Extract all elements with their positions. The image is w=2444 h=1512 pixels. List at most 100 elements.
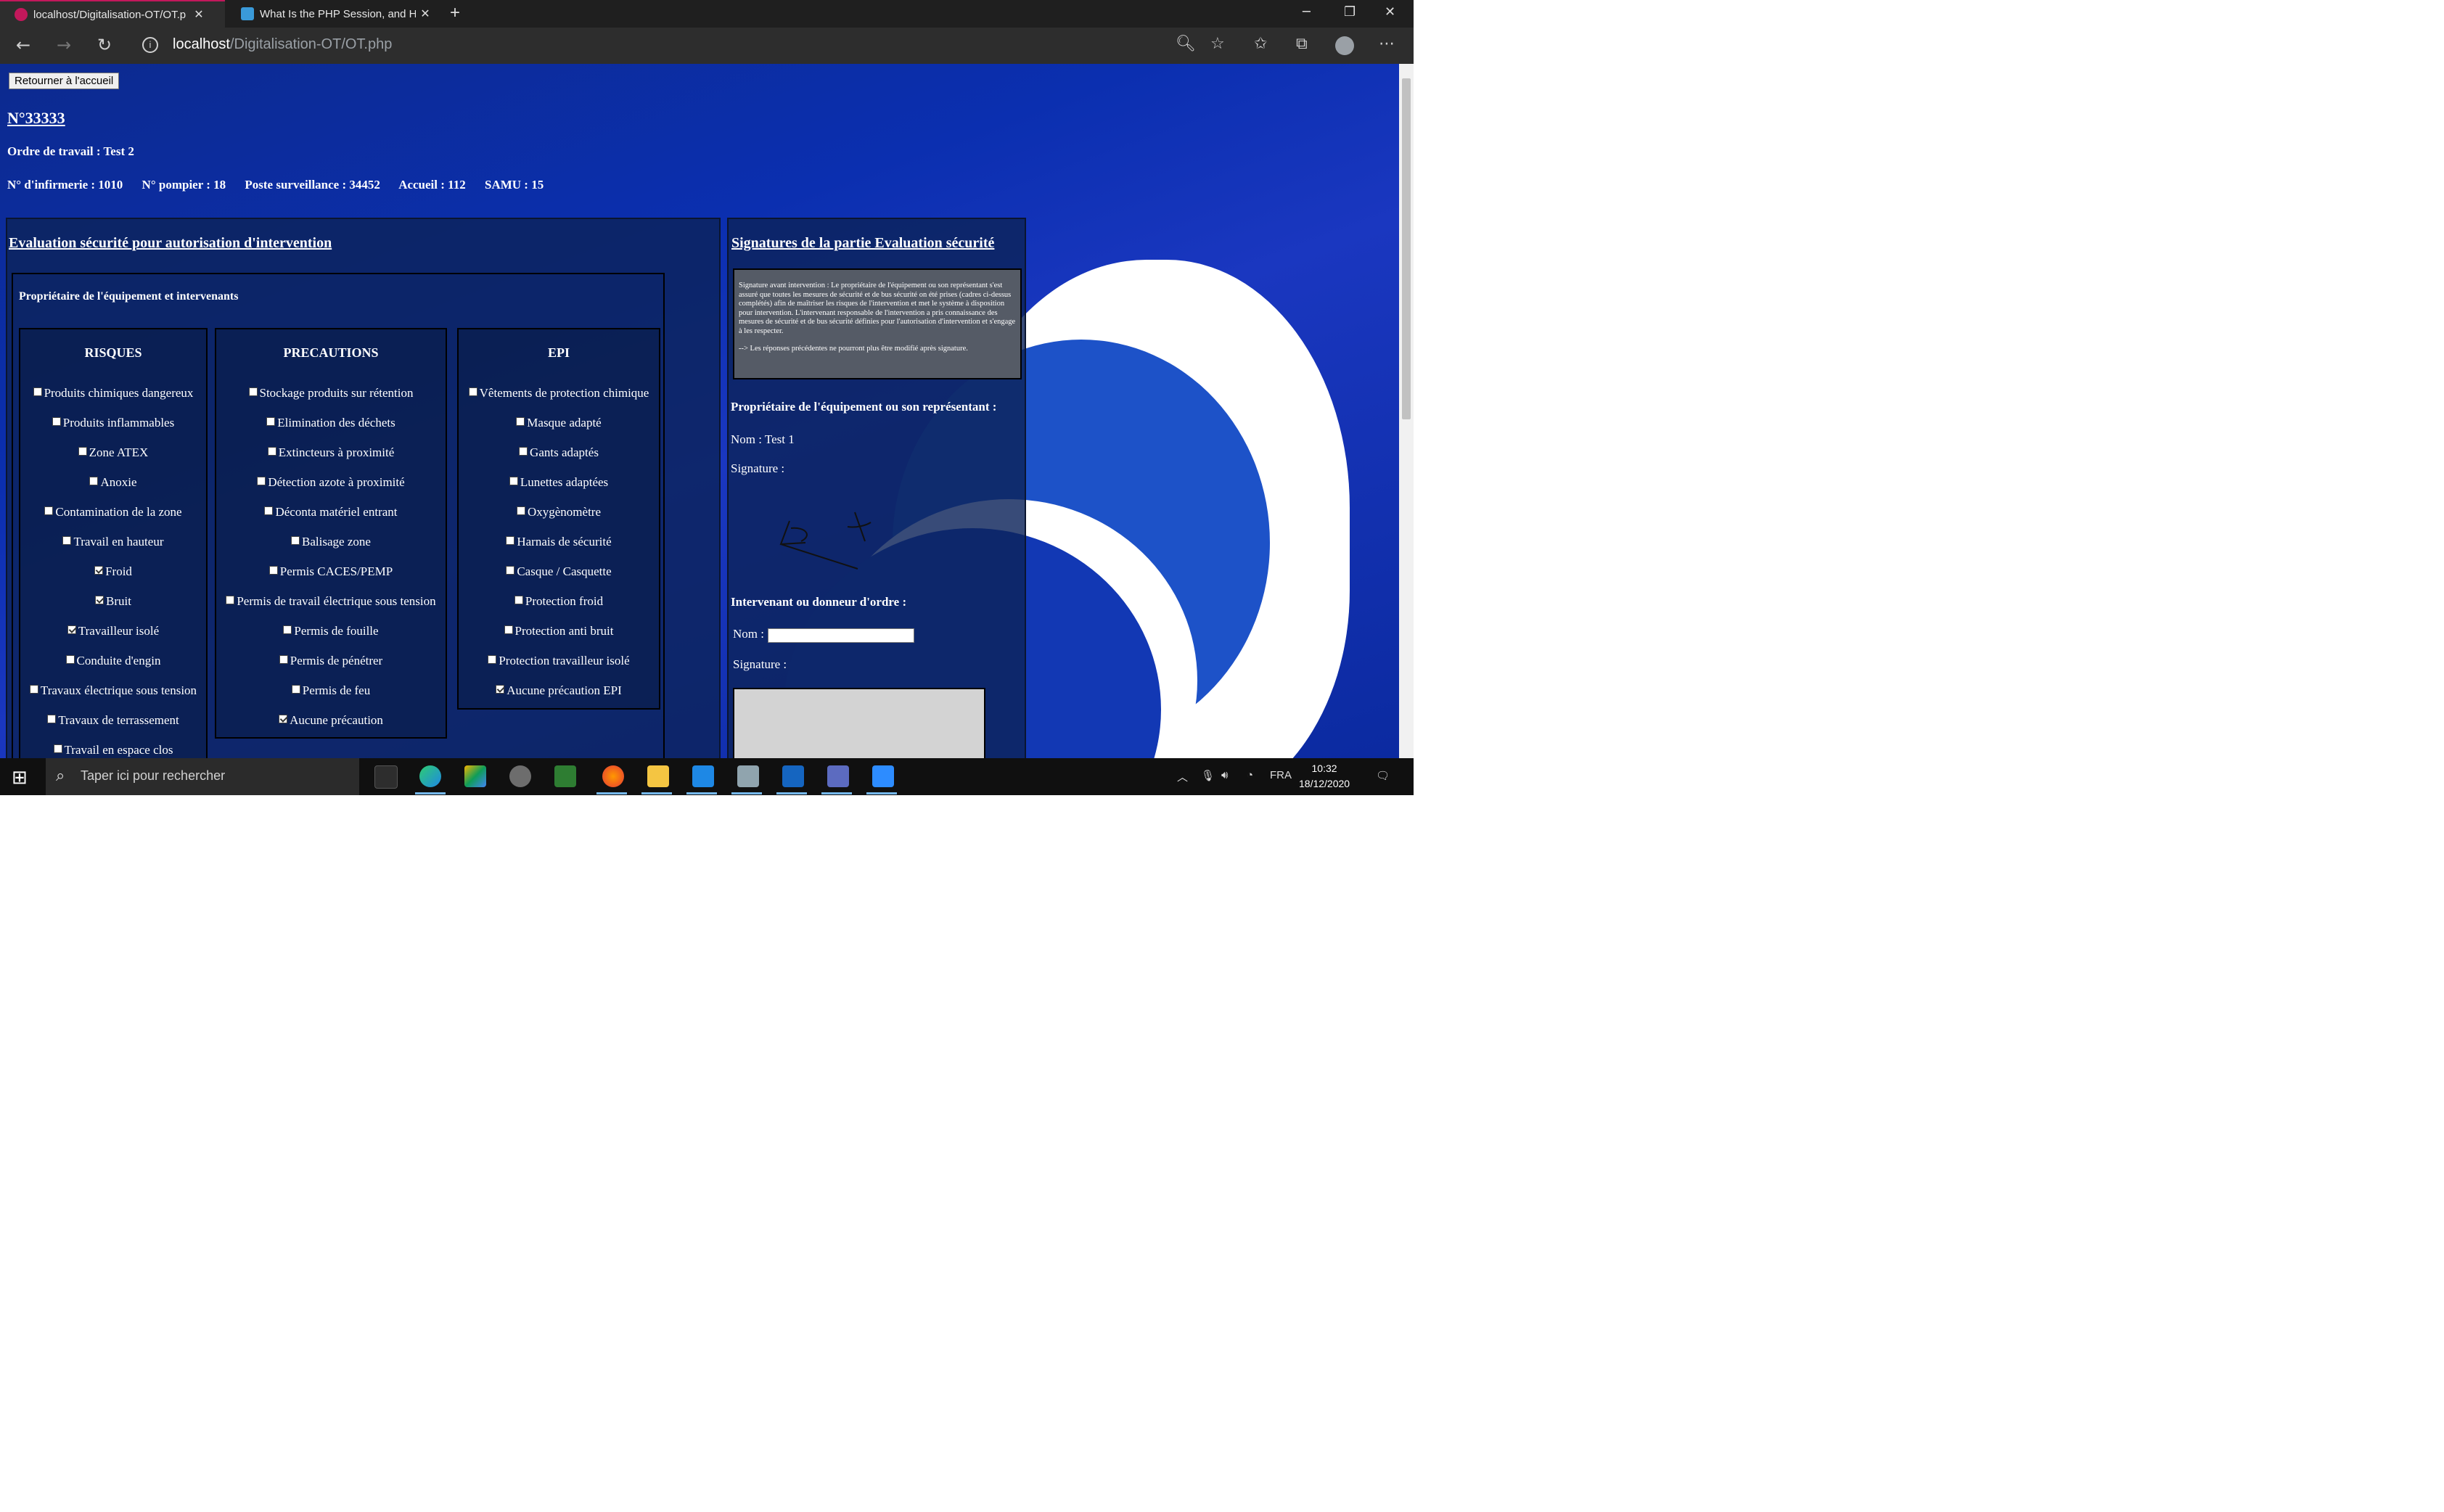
worker-signature-pad[interactable] [733,688,985,758]
checkbox[interactable] [248,387,258,396]
checklist-item[interactable]: Harnais de sécurité [459,535,659,549]
checkbox[interactable] [516,417,525,426]
checklist-item[interactable]: Protection travailleur isolé [459,654,659,668]
checkbox[interactable] [291,536,300,545]
checklist-item[interactable]: Gants adaptés [459,445,659,460]
checkbox[interactable] [266,417,276,426]
checkbox[interactable] [516,506,525,515]
checkbox[interactable] [89,477,99,485]
collections-icon[interactable]: ⧉ [1296,35,1308,53]
profile-avatar-icon[interactable] [1335,36,1354,55]
close-tab-icon[interactable]: ✕ [189,7,208,22]
checkbox[interactable] [65,655,75,664]
checkbox[interactable] [279,655,288,664]
checkbox[interactable] [33,387,42,396]
checklist-item[interactable]: Anoxie [20,475,206,490]
reload-icon[interactable]: ↻ [97,35,112,55]
forward-icon[interactable]: → [57,35,71,55]
checklist-item[interactable]: Froid [20,564,206,579]
checklist-item[interactable]: Travaux de terrassement [20,713,206,728]
checkbox[interactable] [496,685,505,694]
checklist-item[interactable]: Permis de fouille [216,624,446,638]
word-icon[interactable] [782,765,804,787]
checkbox[interactable] [52,417,61,426]
favorites-icon[interactable]: ✩ [1254,35,1267,53]
checklist-item[interactable]: Masque adapté [459,416,659,430]
checklist-item[interactable]: Travailleur isolé [20,624,206,638]
checklist-item[interactable]: Permis CACES/PEMP [216,564,446,579]
vscode-icon[interactable] [692,765,714,787]
taskbar-search[interactable]: ⌕ Taper ici pour rechercher [46,758,359,795]
task-view-icon[interactable] [374,765,398,789]
checklist-item[interactable]: Lunettes adaptées [459,475,659,490]
checkbox[interactable] [519,447,528,456]
checkbox[interactable] [257,477,266,485]
checklist-item[interactable]: Contamination de la zone [20,505,206,519]
checklist-item[interactable]: Oxygènomètre [459,505,659,519]
firefox-icon[interactable] [602,765,624,787]
checkbox[interactable] [29,685,38,694]
clock[interactable]: 10:32 18/12/2020 [1299,761,1350,792]
checkbox[interactable] [509,477,518,485]
favorite-star-icon[interactable]: ☆ [1210,35,1225,53]
checklist-item[interactable]: Aucune précaution EPI [459,683,659,698]
notifications-icon[interactable]: 🗨︎ [1376,769,1390,782]
edge-icon[interactable] [419,765,441,787]
checkbox[interactable] [53,744,62,753]
checkbox[interactable] [226,596,235,604]
checkbox[interactable] [67,625,76,634]
app-icon[interactable] [737,765,759,787]
checkbox[interactable] [291,685,300,694]
checkbox[interactable] [514,596,523,604]
site-info-icon[interactable]: i [142,37,158,53]
checkbox[interactable] [504,625,513,634]
minimize-icon[interactable]: ─ [1303,4,1311,20]
address-bar[interactable]: localhost/Digitalisation-OT/OT.php [173,36,392,53]
checkbox[interactable] [94,566,104,575]
volume-icon[interactable]: 🔊︎ [1221,769,1228,781]
checklist-item[interactable]: Produits chimiques dangereux [20,386,206,400]
language-indicator[interactable]: FRA [1270,769,1292,781]
checklist-item[interactable]: Bruit [20,594,206,609]
checkbox[interactable] [47,715,57,723]
app-icon[interactable] [509,765,531,787]
microphone-icon[interactable]: 🎙︎ [1201,769,1215,782]
scrollbar-thumb[interactable] [1402,78,1411,419]
close-tab-icon[interactable]: ✕ [416,7,435,21]
network-icon[interactable]: ◔ [1247,769,1253,781]
checkbox[interactable] [506,536,515,545]
file-explorer-icon[interactable] [647,765,669,787]
checklist-item[interactable]: Protection froid [459,594,659,609]
checklist-item[interactable]: Travaux électrique sous tension [20,683,206,698]
checklist-item[interactable]: Vêtements de protection chimique [459,386,659,400]
close-window-icon[interactable]: ✕ [1385,4,1395,20]
checkbox[interactable] [488,655,497,664]
checkbox[interactable] [78,447,87,456]
checklist-item[interactable]: Permis de feu [216,683,446,698]
teams-icon[interactable] [827,765,849,787]
checklist-item[interactable]: Casque / Casquette [459,564,659,579]
checkbox[interactable] [44,506,54,515]
home-button[interactable]: Retourner à l'accueil [9,73,120,89]
checkbox[interactable] [283,625,292,634]
checklist-item[interactable]: Zone ATEX [20,445,206,460]
worker-name-input[interactable] [768,628,914,643]
checkbox[interactable] [95,596,104,604]
checkbox[interactable] [267,447,276,456]
checklist-item[interactable]: Permis de pénétrer [216,654,446,668]
checklist-item[interactable]: Balisage zone [216,535,446,549]
new-tab-button[interactable]: + [450,3,460,23]
checklist-item[interactable]: Permis de travail électrique sous tensio… [216,594,446,609]
browser-tab[interactable]: What Is the PHP Session, and Ho ✕ [226,0,444,28]
checklist-item[interactable]: Extincteurs à proximité [216,445,446,460]
checkbox[interactable] [268,566,278,575]
checklist-item[interactable]: Conduite d'engin [20,654,206,668]
checklist-item[interactable]: Elimination des déchets [216,416,446,430]
checklist-item[interactable]: Produits inflammables [20,416,206,430]
checklist-item[interactable]: Travail en hauteur [20,535,206,549]
browser-tab-active[interactable]: localhost/Digitalisation-OT/OT.p ✕ [0,0,225,28]
checklist-item[interactable]: Aucune précaution [216,713,446,728]
windows-start-icon[interactable]: ⊞ [12,767,28,789]
restore-icon[interactable]: ❐ [1344,4,1356,20]
back-icon[interactable]: ← [16,35,30,55]
